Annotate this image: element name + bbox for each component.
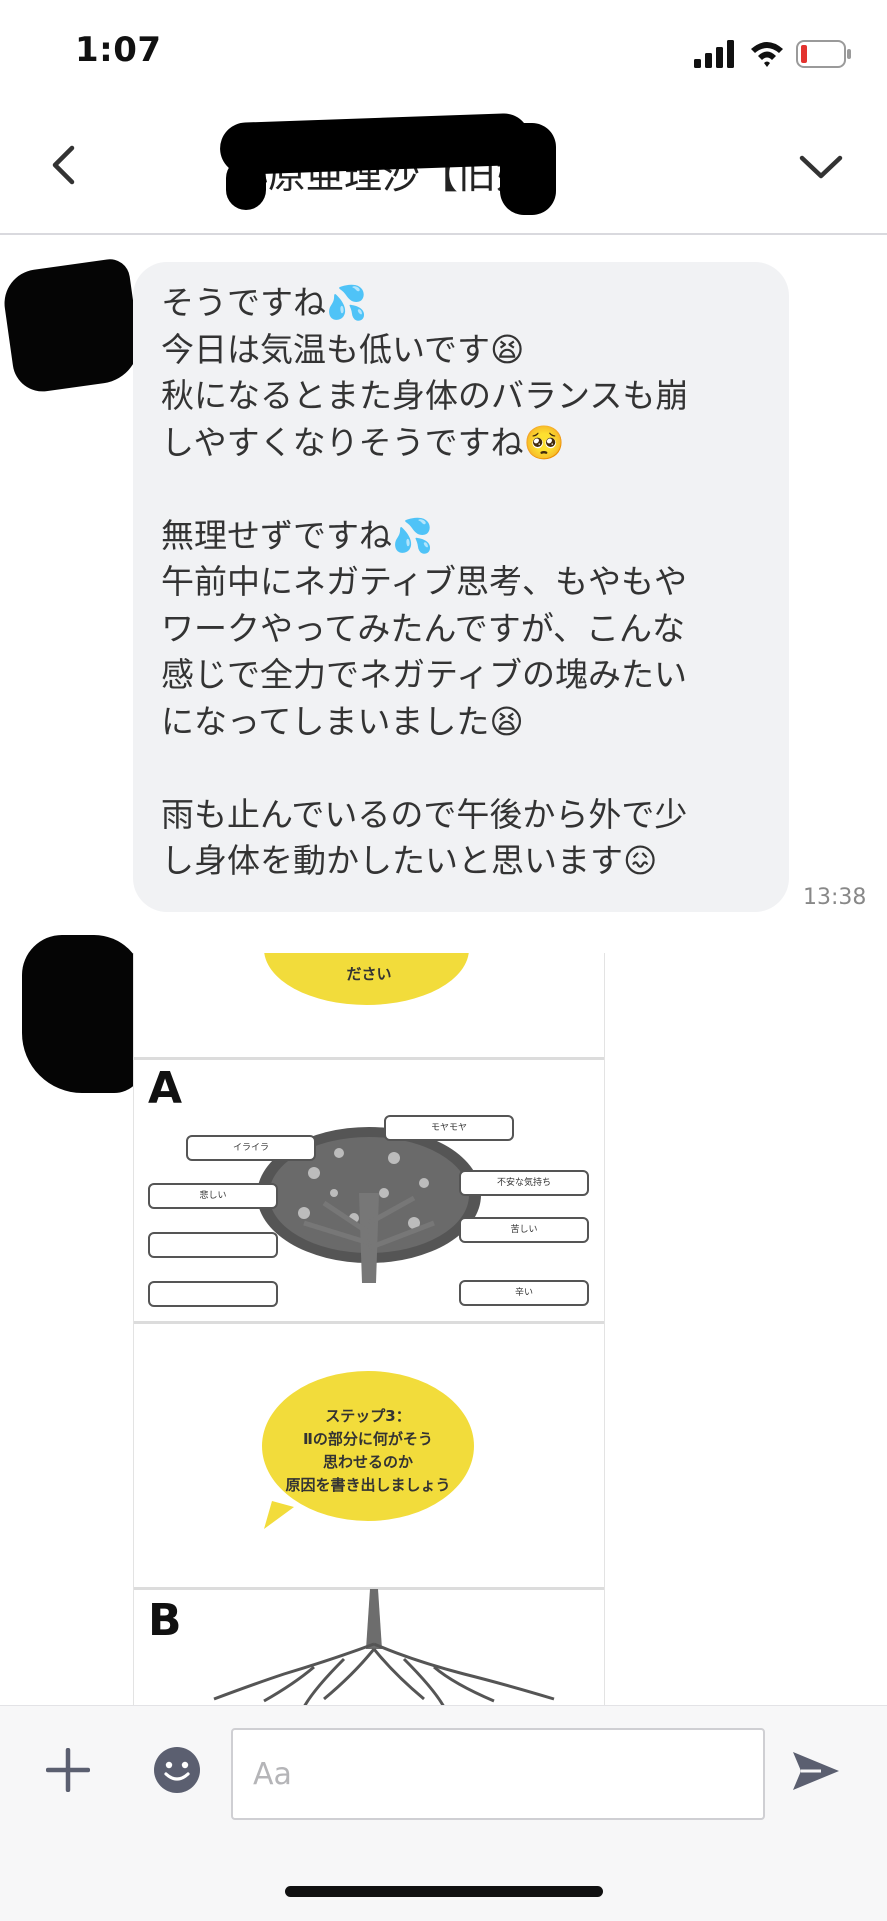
cellular-signal-icon [694,40,734,68]
chevron-down-icon[interactable] [796,143,846,193]
panel-divider [134,1321,604,1324]
redaction-mark [226,158,266,210]
avatar[interactable] [22,935,144,1093]
section-a-label: A [148,1063,183,1114]
tree-label-box: モヤモヤ [384,1115,514,1141]
avatar[interactable] [0,256,144,396]
tree-label-box: 不安な気持ち [459,1170,589,1196]
section-b-label: B [148,1595,182,1646]
send-icon[interactable] [791,1748,841,1794]
redaction-mark [500,123,556,215]
message-input[interactable] [231,1728,765,1820]
step-bubble-line: ステップ3： [325,1407,411,1425]
speech-bubble-tail [264,1501,294,1529]
status-bar: 1:07 [0,0,887,100]
battery-low-icon [796,40,851,68]
tree-label-box: 辛い [459,1280,589,1306]
tree-label-box [148,1232,278,1258]
emoji-icon[interactable] [153,1746,201,1794]
tree-label-box: 悲しい [148,1183,278,1209]
wifi-icon [751,42,783,67]
panel-divider [134,1057,604,1060]
step-bubble-line: 原因を書き出しましょう [285,1476,451,1494]
step-bubble-line: 思わせるのか [322,1453,413,1471]
back-chevron-icon[interactable] [40,140,90,190]
status-time: 1:07 [75,30,162,70]
message-timestamp: 13:38 [803,885,867,910]
message-text: そうですね💦 今日は気温も低いです😫 秋になるとまた身体のバランスも崩 しやすく… [161,283,689,880]
image-message[interactable]: ださい A イライラ モヤモヤ 悲しい 不安な気持ち 苦しい 辛い ステップ3：… [133,953,605,1705]
chat-title[interactable]: 小原亜理沙【旧姓】 [219,112,640,215]
message-list[interactable]: そうですね💦 今日は気温も低いです😫 秋になるとまた身体のバランスも崩 しやすく… [0,235,887,1705]
tree-label-box: 苦しい [459,1217,589,1243]
home-indicator [285,1886,603,1897]
roots-illustration [213,1589,555,1705]
tree-label-box: イライラ [186,1135,316,1161]
message-input-bar [0,1705,887,1921]
step-bubble-line: Ⅱの部分に何がそう [303,1430,433,1448]
plus-icon[interactable] [46,1748,90,1792]
redaction-mark [219,112,531,176]
tree-label-box [148,1281,278,1307]
message-bubble[interactable]: そうですね💦 今日は気温も低いです😫 秋になるとまた身体のバランスも崩 しやすく… [133,262,789,912]
speech-bubble-text: ださい [346,965,392,983]
